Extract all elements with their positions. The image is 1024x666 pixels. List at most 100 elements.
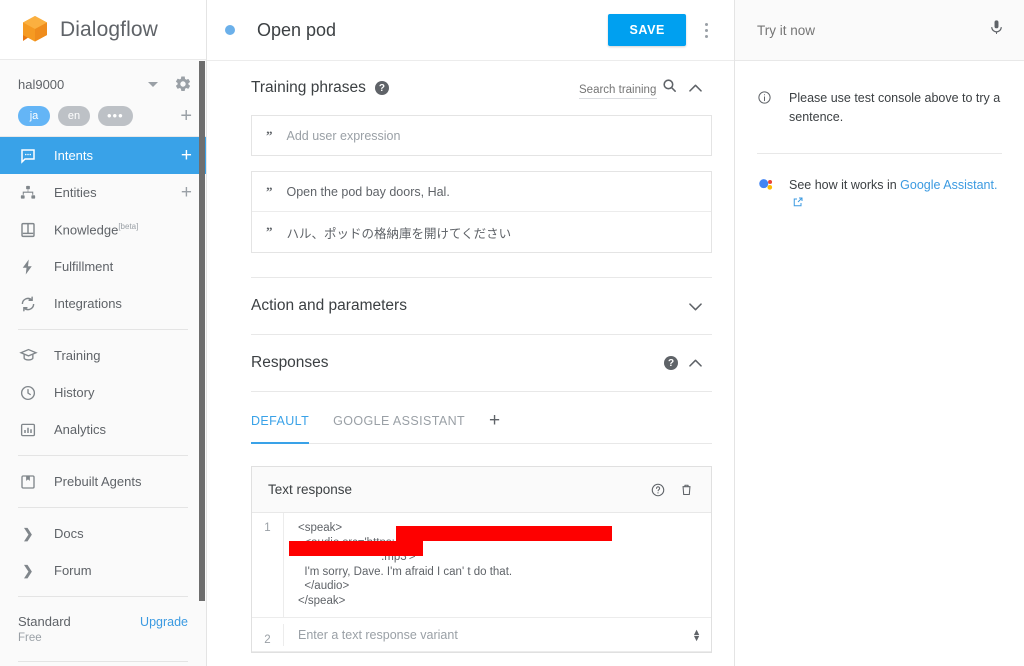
code-line: </speak> bbox=[298, 594, 346, 607]
section-title: Responses bbox=[251, 354, 329, 371]
sidebar-item-label: Knowledge[beta] bbox=[54, 221, 139, 238]
plan-name: Standard bbox=[18, 614, 71, 629]
search-icon[interactable] bbox=[661, 77, 678, 99]
assistant-note-prefix: See how it works in bbox=[789, 178, 901, 192]
training-phrase-text: Open the pod bay doors, Hal. bbox=[286, 184, 450, 199]
sidebar-item-label: Training bbox=[54, 348, 101, 363]
up-down-stepper-icon[interactable]: ▲ ▼ bbox=[692, 627, 701, 642]
response-variant-input[interactable]: Enter a text response variant ▲ ▼ bbox=[284, 618, 711, 651]
sidebar-item-knowledge[interactable]: Knowledge[beta] bbox=[0, 211, 206, 248]
language-chip-ja[interactable]: ja bbox=[18, 106, 50, 126]
training-phrase-text: ハル、ポッドの格納庫を開けてください bbox=[286, 226, 512, 241]
sidebar-item-docs[interactable]: ❯ Docs bbox=[0, 515, 206, 552]
add-expression-placeholder: Add user expression bbox=[286, 128, 401, 143]
sidebar-item-label: Prebuilt Agents bbox=[54, 474, 142, 489]
help-icon[interactable]: ? bbox=[374, 81, 389, 95]
chevron-right-icon: ❯ bbox=[22, 525, 34, 541]
sidebar-item-history[interactable]: History bbox=[0, 374, 206, 411]
assistant-note-text: See how it works in Google Assistant. bbox=[789, 176, 1002, 213]
chevron-up-icon[interactable] bbox=[678, 79, 712, 98]
sync-arrows-icon bbox=[18, 294, 38, 314]
plan-block: Standard Free Upgrade bbox=[0, 604, 206, 654]
google-assistant-note: See how it works in Google Assistant. bbox=[735, 154, 1024, 213]
chevron-up-icon[interactable] bbox=[678, 354, 712, 373]
language-chip-more[interactable]: ••• bbox=[98, 106, 133, 126]
sidebar-item-fulfillment[interactable]: Fulfillment bbox=[0, 248, 206, 285]
sidebar-item-integrations[interactable]: Integrations bbox=[0, 285, 206, 322]
training-phrases-section: Training phrases ? ” Add user expression bbox=[207, 61, 734, 253]
trash-icon[interactable] bbox=[675, 479, 697, 501]
help-icon[interactable]: ? bbox=[664, 356, 678, 370]
response-line-1[interactable]: 1 <speak> <audio src='https:// .mp3'> I'… bbox=[252, 513, 711, 618]
gear-icon[interactable] bbox=[174, 75, 192, 93]
nav-divider bbox=[18, 661, 188, 662]
response-line-2[interactable]: 2 Enter a text response variant ▲ ▼ bbox=[252, 618, 711, 652]
book-icon bbox=[18, 220, 38, 240]
sidebar-nav: Intents + Entities + Knowledge[beta] Ful… bbox=[0, 137, 206, 666]
sidebar-item-training[interactable]: Training bbox=[0, 337, 206, 374]
add-language-icon[interactable]: + bbox=[180, 106, 192, 126]
sidebar-item-intents[interactable]: Intents + bbox=[0, 137, 206, 174]
intent-editor: Open pod SAVE Training phrases ? Search … bbox=[207, 0, 734, 666]
tab-google-assistant[interactable]: GOOGLE ASSISTANT bbox=[333, 398, 465, 443]
add-user-expression-input[interactable]: ” Add user expression bbox=[251, 115, 712, 156]
dialogflow-cube-logo bbox=[20, 14, 50, 46]
training-phrase-row[interactable]: ” ハル、ポッドの格納庫を開けてください bbox=[252, 212, 711, 252]
quote-icon: ” bbox=[266, 224, 273, 239]
note-text: Please use test console above to try a s… bbox=[789, 91, 1001, 124]
chevron-down-icon[interactable] bbox=[678, 297, 712, 316]
agents-box-icon bbox=[18, 472, 38, 492]
try-it-now-header bbox=[735, 0, 1024, 61]
bar-chart-icon bbox=[18, 420, 38, 440]
help-circle-icon[interactable] bbox=[647, 479, 669, 501]
sidebar-scrollbar[interactable] bbox=[199, 61, 205, 601]
chat-bubble-icon bbox=[18, 146, 38, 166]
action-parameters-section[interactable]: Action and parameters bbox=[251, 278, 712, 335]
save-button[interactable]: SAVE bbox=[608, 14, 686, 46]
test-console-note: Please use test console above to try a s… bbox=[735, 61, 1024, 127]
training-phrase-list: ” Open the pod bay doors, Hal. ” ハル、ポッドの… bbox=[251, 171, 712, 253]
google-assistant-link[interactable]: Google Assistant. bbox=[900, 178, 997, 192]
chevron-down-icon[interactable] bbox=[148, 81, 158, 87]
redaction-bar bbox=[289, 541, 423, 556]
clock-icon bbox=[18, 383, 38, 403]
sidebar-item-prebuilt-agents[interactable]: Prebuilt Agents bbox=[0, 463, 206, 500]
responses-section-header[interactable]: Responses ? bbox=[251, 335, 712, 392]
language-chip-en[interactable]: en bbox=[58, 106, 90, 126]
sidebar-item-label: Analytics bbox=[54, 422, 107, 437]
add-entity-icon[interactable]: + bbox=[181, 183, 192, 202]
intent-header: Open pod SAVE bbox=[207, 0, 734, 61]
sidebar-item-analytics[interactable]: Analytics bbox=[0, 411, 206, 448]
ssml-code-block[interactable]: <speak> <audio src='https:// .mp3'> I'm … bbox=[284, 513, 711, 617]
agent-selector[interactable]: hal9000 bbox=[0, 66, 206, 102]
intent-status-dot bbox=[225, 25, 235, 35]
search-input[interactable] bbox=[579, 84, 657, 99]
code-line: </audio> bbox=[298, 580, 350, 592]
sidebar-item-label: Docs bbox=[54, 526, 84, 541]
intent-body: Training phrases ? ” Add user expression bbox=[207, 61, 734, 666]
external-link-icon[interactable] bbox=[792, 195, 804, 213]
sidebar-item-entities[interactable]: Entities + bbox=[0, 174, 206, 211]
graduation-cap-icon bbox=[18, 346, 38, 366]
nav-divider bbox=[18, 455, 188, 456]
add-intent-icon[interactable]: + bbox=[181, 146, 192, 165]
line-number: 1 bbox=[252, 513, 284, 617]
sidebar-item-label: Forum bbox=[54, 563, 92, 578]
plan-info: Standard Free bbox=[18, 613, 140, 644]
language-chips: ja en ••• + bbox=[0, 102, 206, 137]
card-title: Text response bbox=[268, 482, 353, 497]
tab-default[interactable]: DEFAULT bbox=[251, 398, 310, 444]
page-title: Open pod bbox=[257, 19, 337, 40]
sidebar-item-label: Integrations bbox=[54, 296, 122, 311]
sidebar-item-forum[interactable]: ❯ Forum bbox=[0, 552, 206, 589]
microphone-icon[interactable] bbox=[987, 18, 1006, 42]
plan-tier: Free bbox=[18, 632, 42, 644]
try-it-now-input[interactable] bbox=[757, 22, 987, 38]
kebab-menu-icon[interactable] bbox=[692, 22, 720, 38]
upgrade-link[interactable]: Upgrade bbox=[140, 613, 188, 629]
google-assistant-logo bbox=[757, 176, 775, 194]
brand-header[interactable]: Dialogflow bbox=[0, 0, 206, 60]
training-phrase-row[interactable]: ” Open the pod bay doors, Hal. bbox=[252, 172, 711, 212]
chevron-right-icon: ❯ bbox=[22, 562, 34, 578]
add-tab-icon[interactable]: + bbox=[489, 410, 500, 432]
